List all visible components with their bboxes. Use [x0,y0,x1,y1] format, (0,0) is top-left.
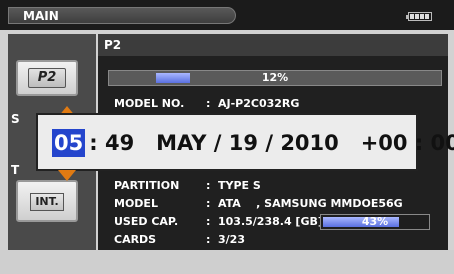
camera-menu-screen: MAIN P2 S T INT. P2 12% MODEL NO.: AJ-P2C… [0,0,454,274]
timezone-field[interactable]: +00 : 00 [361,131,454,155]
time-sep: : [89,131,98,155]
month-field[interactable]: MAY [156,131,206,155]
model-row: MODEL: ATA , SAMSUNG MMDOE56G [114,197,403,210]
hour-field[interactable]: 05 [52,129,86,157]
battery-icon [406,12,432,21]
used-cap-row: USED CAP.:103.5/238.4 [GB] [114,215,323,228]
used-cap-bar: 43% [320,214,430,230]
int-button[interactable]: INT. [16,180,78,222]
p2-usage-bar: 12% [108,70,442,86]
cards-sep: : [206,233,211,246]
used-cap-key: USED CAP. [114,215,179,228]
p2-usage-percent: 12% [261,71,289,84]
datetime-editor: 05: 49 MAY / 19 / 2010 +00 : 00 [36,113,454,171]
day-field[interactable]: 19 [229,131,258,155]
cards-key: CARDS [114,233,157,246]
date-slash-2: / [265,131,273,155]
used-cap-sep: : [206,215,211,228]
minute-field[interactable]: 49 [105,131,134,155]
model-value: ATA , SAMSUNG MMDOE56G [218,197,403,210]
main-tab[interactable]: MAIN [8,7,236,24]
cards-row: CARDS:3/23 [114,233,245,246]
year-field[interactable]: 2010 [280,131,338,155]
partition-key: PARTITION [114,179,180,192]
model-sep: : [206,197,211,210]
tab-t-label[interactable]: T [11,163,19,177]
used-cap-percent: 43% [361,215,389,228]
top-bar: MAIN [0,0,454,30]
model-no-key: MODEL NO. [114,97,185,110]
partition-row: PARTITION: TYPE S [114,179,261,192]
tab-s-label[interactable]: S [11,112,20,126]
model-no-value: AJ-P2C032RG [218,97,300,110]
p2-button[interactable]: P2 [16,60,78,96]
partition-sep: : [206,179,211,192]
model-key: MODEL [114,197,158,210]
int-button-label: INT. [30,193,64,211]
decrement-arrow-icon[interactable] [58,170,76,181]
bottom-strip [0,250,454,274]
p2-panel-header [98,34,448,56]
p2-card-icon: P2 [28,68,66,88]
cards-value: 3/23 [218,233,245,246]
model-no-sep: : [206,97,211,110]
used-cap-value: 103.5/238.4 [GB] [218,215,323,228]
datetime-display: 05: 49 MAY / 19 / 2010 +00 : 00 [52,129,454,157]
partition-value: TYPE S [218,179,261,192]
p2-panel-title: P2 [104,38,122,52]
date-slash-1: / [213,131,222,155]
model-no-row: MODEL NO.: AJ-P2C032RG [114,97,299,110]
